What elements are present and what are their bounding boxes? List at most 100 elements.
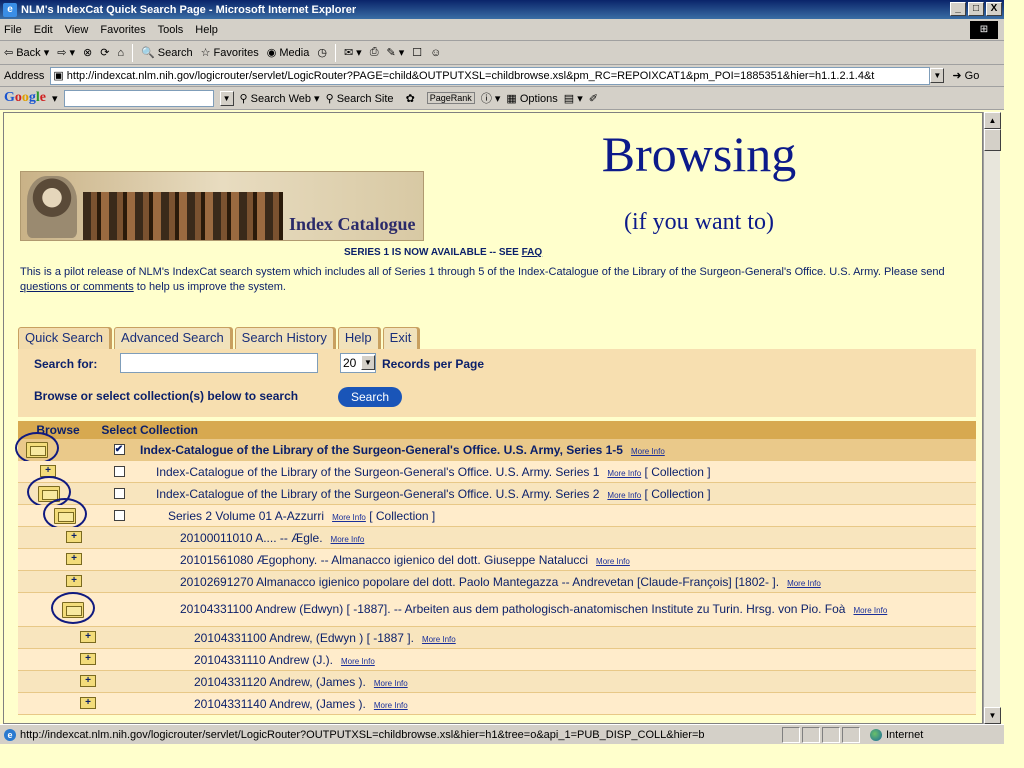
google-search-input[interactable]	[63, 89, 214, 107]
chevron-down-icon[interactable]: ▼	[361, 355, 375, 370]
options-button[interactable]: ▦ Options	[506, 92, 557, 105]
table-row: ✔ Index-Catalogue of the Library of the …	[15, 432, 976, 464]
record-title[interactable]: 20104331100 Andrew (Edwyn) [ -1887]. -- …	[180, 602, 845, 616]
globe-icon	[870, 728, 882, 741]
more-info-link[interactable]: More Info	[596, 557, 630, 566]
search-web-button[interactable]: ⚲ Search Web ▾	[240, 92, 320, 105]
favorites-button[interactable]: ☆ Favorites	[201, 46, 259, 60]
expand-folder-icon[interactable]: +	[80, 653, 96, 665]
address-input[interactable]: ▣ http://indexcat.nlm.nih.gov/logicroute…	[50, 66, 931, 85]
table-row: + 20101561080 Ægophony. -- Almanacco igi…	[18, 549, 976, 571]
more-info-link[interactable]: More Info	[332, 513, 366, 522]
scroll-down-icon[interactable]: ▼	[984, 707, 1001, 724]
edit-button[interactable]: ✎ ▾	[387, 46, 405, 59]
vertical-scrollbar[interactable]: ▲ ▼	[983, 112, 1001, 724]
scroll-thumb[interactable]	[984, 129, 1001, 151]
highlighter-icon[interactable]: ✐	[589, 92, 598, 105]
google-dropdown-button[interactable]: ▼	[219, 90, 234, 106]
messenger-button[interactable]: ☺	[430, 47, 441, 59]
tab-search-history[interactable]: Search History	[234, 327, 334, 349]
record-title[interactable]: 20104331120 Andrew, (James ).	[194, 675, 366, 689]
search-button[interactable]: 🔍 Search	[141, 46, 193, 60]
select-checkbox[interactable]: ✔	[113, 444, 125, 455]
expand-folder-icon[interactable]: +	[66, 531, 82, 543]
expand-folder-icon[interactable]: +	[80, 675, 96, 687]
more-info-link[interactable]: More Info	[331, 535, 365, 544]
questions-link[interactable]: questions or comments	[20, 281, 134, 293]
tab-help[interactable]: Help	[337, 327, 379, 349]
media-button[interactable]: ◉ Media	[267, 46, 310, 60]
menu-file[interactable]: File	[4, 24, 22, 36]
more-info-link[interactable]: More Info	[374, 701, 408, 710]
minimize-button[interactable]: _	[950, 2, 966, 16]
back-button[interactable]: ⇦ Back ▾	[4, 46, 49, 60]
expand-folder-icon[interactable]: +	[80, 631, 96, 643]
search-submit-button[interactable]: Search	[338, 387, 402, 407]
collection-title[interactable]: Series 2 Volume 01 A-Azzurri	[168, 509, 324, 523]
collection-tag[interactable]: [ Collection ]	[369, 509, 435, 523]
header-collection: Collection	[140, 423, 199, 437]
more-info-link[interactable]: More Info	[631, 447, 665, 456]
table-row: + 20100011010 A.... -- Ægle. More Info	[18, 527, 976, 549]
more-info-link[interactable]: More Info	[853, 606, 887, 615]
collection-table: Browse Select Collection ✔ Index-Catalog…	[15, 421, 976, 715]
more-info-link[interactable]: More Info	[607, 469, 641, 478]
google-toolbar: Google ▾ ▼ ⚲ Search Web ▾ ⚲ Search Site …	[0, 87, 1004, 110]
search-site-button[interactable]: ⚲ Search Site	[326, 92, 394, 105]
info-icon[interactable]: ⓘ ▾	[481, 90, 501, 106]
record-title[interactable]: 20101561080 Ægophony. -- Almanacco igien…	[180, 553, 588, 567]
records-per-page-select[interactable]: 20 ▼	[340, 353, 376, 373]
chevron-down-icon[interactable]: ▾	[52, 92, 58, 105]
search-panel: Search for: 20 ▼ Records per Page Browse…	[18, 349, 976, 417]
go-button[interactable]: ➜ Go	[952, 69, 979, 82]
folder-icon[interactable]: ▤ ▾	[564, 92, 583, 105]
status-bar: e http://indexcat.nlm.nih.gov/logicroute…	[0, 724, 1004, 744]
home-button[interactable]: ⌂	[117, 47, 124, 59]
scroll-up-icon[interactable]: ▲	[984, 112, 1001, 129]
collection-tag[interactable]: [ Collection ]	[645, 465, 711, 479]
select-checkbox[interactable]	[113, 510, 125, 521]
more-info-link[interactable]: More Info	[422, 635, 456, 644]
news-icon[interactable]: ✿	[406, 92, 415, 105]
collection-tag[interactable]: [ Collection ]	[645, 487, 711, 501]
select-checkbox[interactable]	[113, 488, 125, 499]
google-logo[interactable]: Google	[4, 90, 46, 106]
record-title[interactable]: 20104331140 Andrew, (James ).	[194, 697, 366, 711]
tab-quick-search[interactable]: Quick Search	[18, 327, 111, 349]
menu-view[interactable]: View	[65, 24, 89, 36]
record-title[interactable]: 20104331100 Andrew, (Edwyn ) [ -1887 ].	[194, 631, 414, 645]
collection-title[interactable]: Index-Catalogue of the Library of the Su…	[156, 465, 599, 479]
collection-title[interactable]: Index-Catalogue of the Library of the Su…	[156, 487, 599, 501]
discuss-button[interactable]: ☐	[412, 46, 422, 59]
refresh-button[interactable]: ⟳	[100, 46, 109, 59]
forward-button[interactable]: ⇨ ▾	[57, 46, 75, 59]
record-title[interactable]: 20104331110 Andrew (J.).	[194, 653, 333, 667]
stop-button[interactable]: ⊗	[83, 46, 92, 59]
more-info-link[interactable]: More Info	[374, 679, 408, 688]
collection-title[interactable]: Index-Catalogue of the Library of the Su…	[140, 443, 623, 457]
faq-link[interactable]: FAQ	[522, 247, 543, 258]
history-button[interactable]: ◷	[317, 46, 327, 59]
menu-edit[interactable]: Edit	[34, 24, 53, 36]
tab-exit[interactable]: Exit	[382, 327, 419, 349]
more-info-link[interactable]: More Info	[341, 657, 375, 666]
address-dropdown-button[interactable]: ▼	[930, 68, 945, 83]
expand-folder-icon[interactable]: +	[80, 697, 96, 709]
menu-help[interactable]: Help	[195, 24, 218, 36]
record-title[interactable]: 20102691270 Almanacco igienico popolare …	[180, 575, 779, 589]
maximize-button[interactable]: □	[968, 2, 984, 16]
tab-advanced-search[interactable]: Advanced Search	[114, 327, 231, 349]
search-input[interactable]	[120, 353, 318, 373]
mail-button[interactable]: ✉ ▾	[344, 46, 362, 59]
print-button[interactable]: ⎙	[370, 46, 379, 59]
expand-folder-icon[interactable]: +	[66, 575, 82, 587]
more-info-link[interactable]: More Info	[787, 579, 821, 588]
select-checkbox[interactable]	[113, 466, 125, 477]
expand-folder-icon[interactable]: +	[66, 553, 82, 565]
portrait-image	[27, 176, 77, 238]
more-info-link[interactable]: More Info	[607, 491, 641, 500]
menu-favorites[interactable]: Favorites	[100, 24, 145, 36]
menu-tools[interactable]: Tools	[158, 24, 184, 36]
record-title[interactable]: 20100011010 A.... -- Ægle.	[180, 531, 323, 545]
close-button[interactable]: X	[986, 2, 1002, 16]
